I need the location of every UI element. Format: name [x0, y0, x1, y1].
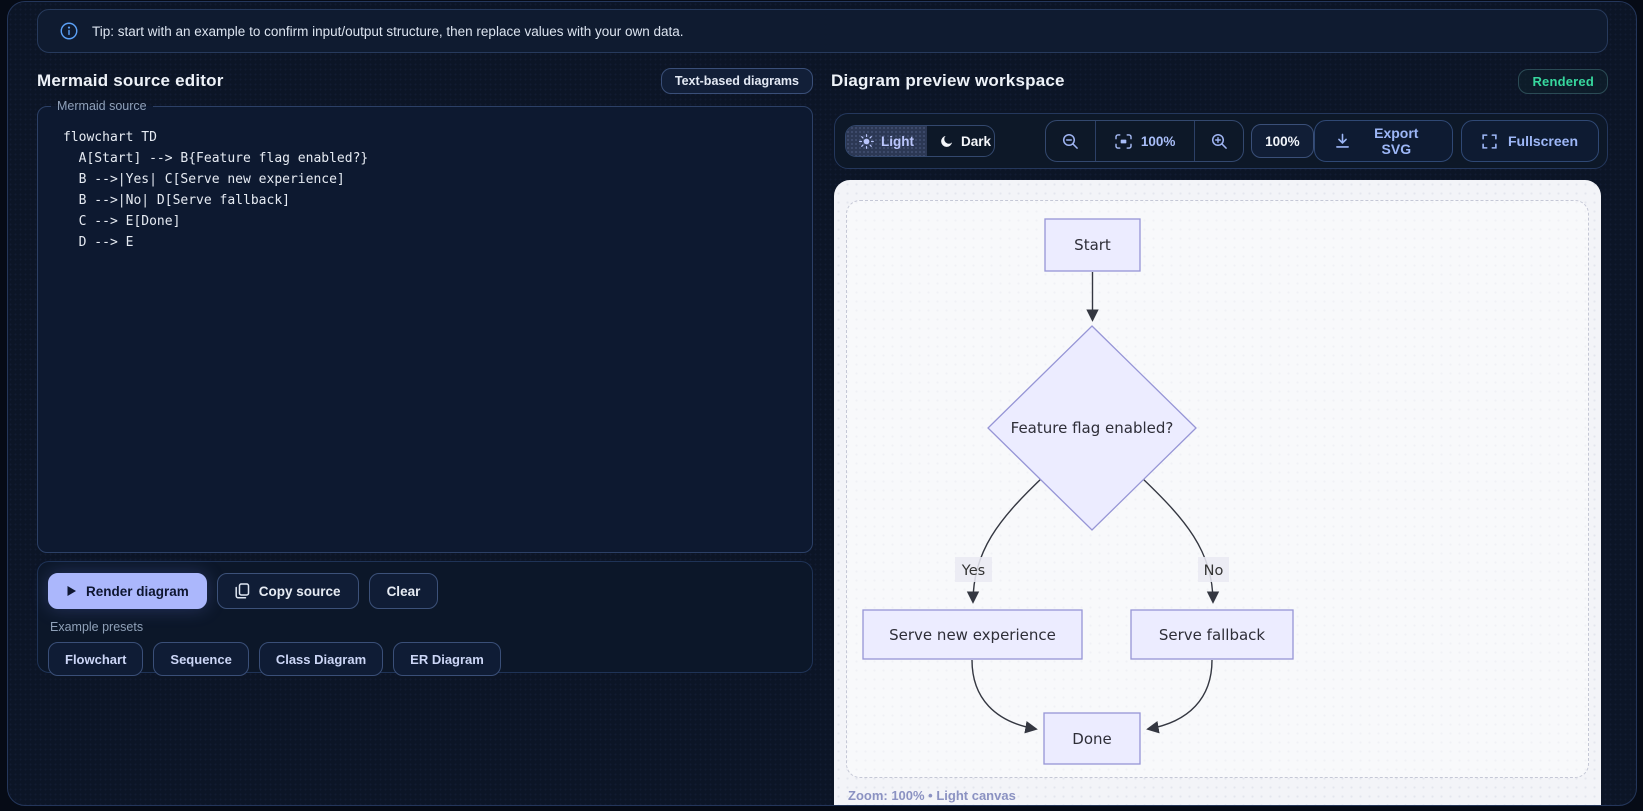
code-line: A[Start] --> B{Feature flag enabled?} — [63, 151, 369, 166]
edge-decision-to-yes — [966, 476, 1044, 604]
zoom-out-icon — [1062, 133, 1078, 149]
mermaid-flowchart-svg: Yes No Start Feature flag enabled? Serve… — [862, 218, 1294, 765]
preview-panel-title: Diagram preview workspace — [831, 71, 1065, 90]
mermaid-source-label: Mermaid source — [57, 99, 147, 113]
zoom-fit-button[interactable]: 100% — [1094, 121, 1194, 161]
copy-source-button[interactable]: Copy source — [216, 573, 359, 609]
edge-label-yes: Yes — [961, 563, 985, 579]
rendered-status-badge: Rendered — [1518, 68, 1608, 94]
preset-class-diagram-button[interactable]: Class Diagram — [258, 642, 384, 676]
mermaid-source-field: Mermaid source flowchart TD A[Start] -->… — [37, 99, 813, 553]
zoom-in-button[interactable] — [1194, 121, 1243, 161]
preset-label: Class Diagram — [275, 651, 367, 667]
zoom-in-icon — [1211, 133, 1227, 149]
theme-dark-label: Dark — [961, 133, 992, 149]
node-done-label: Done — [1072, 730, 1111, 748]
actions-panel: Render diagram Copy source Clear Example… — [37, 561, 813, 676]
preset-label: ER Diagram — [410, 651, 484, 667]
zoom-out-button[interactable] — [1046, 121, 1095, 161]
export-svg-button[interactable]: Export SVG — [1313, 120, 1453, 162]
code-line: B -->|Yes| C[Serve new experience] — [63, 172, 345, 187]
diagram-viewport[interactable]: Yes No Start Feature flag enabled? Serve… — [846, 200, 1589, 778]
render-diagram-button[interactable]: Render diagram — [48, 573, 207, 609]
code-line: flowchart TD — [63, 130, 157, 145]
text-based-diagrams-badge: Text-based diagrams — [660, 68, 813, 94]
app-frame: Tip: start with an example to confirm in… — [7, 1, 1637, 806]
fullscreen-label: Fullscreen — [1507, 133, 1578, 149]
render-diagram-label: Render diagram — [86, 583, 189, 599]
theme-light-button[interactable]: Light — [846, 126, 927, 156]
preset-label: Sequence — [170, 651, 232, 667]
code-line: C --> E[Done] — [63, 214, 181, 229]
moon-icon — [941, 135, 953, 147]
edge-yes-to-done — [971, 659, 1038, 734]
download-icon — [1335, 133, 1349, 148]
fullscreen-icon — [1482, 133, 1497, 149]
node-serve-fallback-label: Serve fallback — [1159, 626, 1266, 644]
preset-label: Flowchart — [65, 651, 127, 667]
canvas-status-text: Zoom: 100% • Light canvas — [848, 788, 1016, 803]
code-line: B -->|No| D[Serve fallback] — [63, 193, 290, 208]
tip-text: Tip: start with an example to confirm in… — [92, 23, 684, 39]
preset-flowchart-button[interactable]: Flowchart — [48, 642, 144, 676]
clear-label: Clear — [386, 583, 421, 599]
theme-dark-button[interactable]: Dark — [927, 126, 994, 156]
preset-er-diagram-button[interactable]: ER Diagram — [393, 642, 501, 676]
mermaid-source-input[interactable]: flowchart TD A[Start] --> B{Feature flag… — [38, 113, 812, 552]
copy-icon — [235, 583, 250, 599]
code-line: D --> E — [63, 235, 134, 250]
editor-panel-title: Mermaid source editor — [37, 71, 224, 90]
tip-banner: Tip: start with an example to confirm in… — [37, 9, 1608, 53]
node-serve-new-experience-label: Serve new experience — [889, 626, 1056, 644]
info-icon — [60, 22, 78, 40]
edge-label-no: No — [1204, 563, 1224, 579]
zoom-level-indicator: 100% — [1251, 124, 1314, 158]
play-icon — [67, 586, 76, 596]
clear-button[interactable]: Clear — [368, 573, 439, 609]
fit-to-view-icon — [1115, 133, 1132, 149]
theme-light-label: Light — [881, 133, 914, 149]
diagram-canvas-card: Yes No Start Feature flag enabled? Serve… — [834, 180, 1601, 805]
fullscreen-button[interactable]: Fullscreen — [1460, 120, 1599, 162]
preset-sequence-button[interactable]: Sequence — [153, 642, 249, 676]
copy-source-label: Copy source — [258, 583, 341, 599]
zoom-controls: 100% — [1045, 120, 1245, 162]
preview-toolbar: Light Dark 100% 100% Export SVG Fullscre… — [834, 113, 1608, 169]
sun-icon — [859, 133, 874, 149]
node-decision-label: Feature flag enabled? — [1011, 419, 1174, 437]
export-svg-label: Export SVG — [1374, 125, 1419, 157]
theme-toggle: Light Dark — [845, 125, 996, 157]
node-start-label: Start — [1074, 236, 1111, 254]
zoom-fit-label: 100% — [1140, 133, 1176, 149]
edge-decision-to-no — [1140, 476, 1220, 604]
edge-no-to-done — [1146, 659, 1213, 734]
example-presets-label: Example presets — [50, 620, 144, 634]
